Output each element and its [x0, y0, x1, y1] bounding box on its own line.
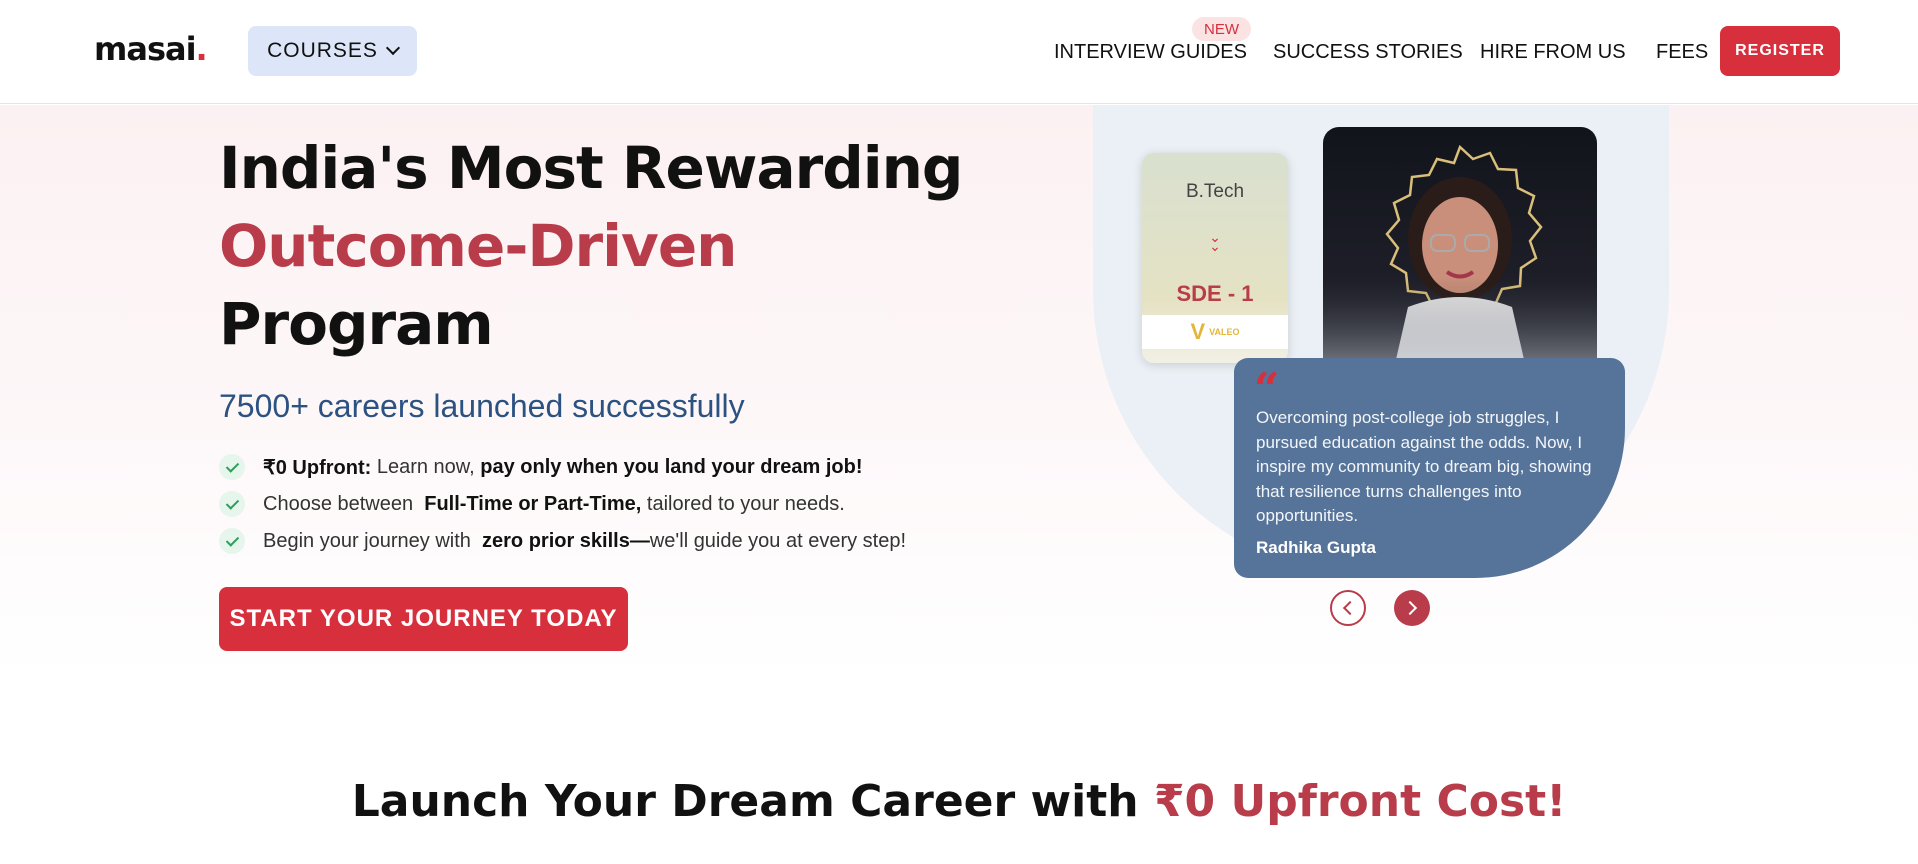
- nav-fees[interactable]: FEES: [1656, 0, 1708, 104]
- hero-title-line1: India's Most Rewarding: [219, 134, 963, 202]
- section-heading-accent: ₹0 Upfront Cost!: [1153, 776, 1567, 827]
- benefit-strong: ₹0 Upfront:: [263, 456, 372, 479]
- benefit-strong: zero prior skills—: [482, 529, 650, 552]
- career-transition-card: B.Tech ⌄ ⌄ SDE - 1 V VALEO: [1142, 153, 1288, 363]
- courses-dropdown-button[interactable]: COURSES: [248, 26, 417, 76]
- benefit-strong: pay only when you land your dream job!: [480, 455, 863, 478]
- hero-subheading: 7500+ careers launched successfully: [219, 388, 745, 424]
- chevron-left-icon: [1342, 600, 1358, 616]
- benefit-text: we'll guide you at every step!: [649, 529, 907, 552]
- company-logo-text: VALEO: [1209, 327, 1240, 337]
- nav-hire-from-us[interactable]: HIRE FROM US: [1480, 0, 1626, 104]
- carousel-next-button[interactable]: [1394, 590, 1430, 626]
- hero-title-line3: Program: [219, 290, 494, 358]
- section-heading-text: Launch Your Dream Career with: [351, 776, 1154, 827]
- new-badge: NEW: [1192, 17, 1251, 41]
- nav-interview-guides[interactable]: INTERVIEW GUIDES: [1054, 0, 1247, 104]
- page: masai. COURSES INTERVIEW GUIDES NEW SUCC…: [0, 0, 1918, 864]
- student-photo: [1323, 127, 1597, 377]
- testimonial-quote-card: “ Overcoming post-college job struggles,…: [1234, 358, 1625, 578]
- hero-title-line2: Outcome-Driven: [219, 212, 737, 280]
- benefit-text: Begin your journey with: [263, 529, 483, 552]
- logo-dot: .: [195, 30, 208, 68]
- logo-text: masai: [94, 30, 197, 68]
- benefit-item: Choose between Full-Time or Part-Time, t…: [219, 491, 845, 517]
- register-button[interactable]: REGISTER: [1720, 26, 1840, 76]
- check-icon: [219, 454, 245, 480]
- nav-success-stories[interactable]: SUCCESS STORIES: [1273, 0, 1463, 104]
- card-to-label: SDE - 1: [1176, 281, 1254, 306]
- carousel-prev-button[interactable]: [1330, 590, 1366, 626]
- testimonial-author: Radhika Gupta: [1256, 538, 1376, 557]
- company-logo: V VALEO: [1142, 315, 1288, 349]
- benefit-text: Learn now,: [371, 455, 481, 478]
- card-from-label: B.Tech: [1185, 181, 1245, 202]
- benefit-item: Begin your journey with zero prior skill…: [219, 528, 906, 554]
- benefit-strong: Full-Time or Part-Time,: [424, 492, 642, 515]
- check-icon: [219, 491, 245, 517]
- benefit-item: ₹0 Upfront: Learn now, pay only when you…: [219, 454, 863, 480]
- benefit-text: tailored to your needs.: [641, 492, 845, 515]
- student-portrait-illustration: [1323, 144, 1597, 377]
- valeo-v-icon: V: [1190, 319, 1206, 344]
- benefit-text: Choose between: [263, 492, 425, 515]
- masai-logo[interactable]: masai.: [94, 30, 208, 68]
- start-journey-button[interactable]: START YOUR JOURNEY TODAY: [219, 587, 628, 651]
- courses-label: COURSES: [267, 39, 378, 62]
- chevron-down-icon: [385, 40, 400, 56]
- top-header: masai. COURSES INTERVIEW GUIDES NEW SUCC…: [0, 0, 1918, 104]
- check-icon: [219, 528, 245, 554]
- section-heading: Launch Your Dream Career with ₹0 Upfront…: [0, 776, 1918, 827]
- testimonial-quote: Overcoming post-college job struggles, I…: [1256, 408, 1592, 525]
- double-chevron-down-icon: ⌄ ⌄: [1209, 229, 1221, 254]
- chevron-right-icon: [1402, 600, 1418, 616]
